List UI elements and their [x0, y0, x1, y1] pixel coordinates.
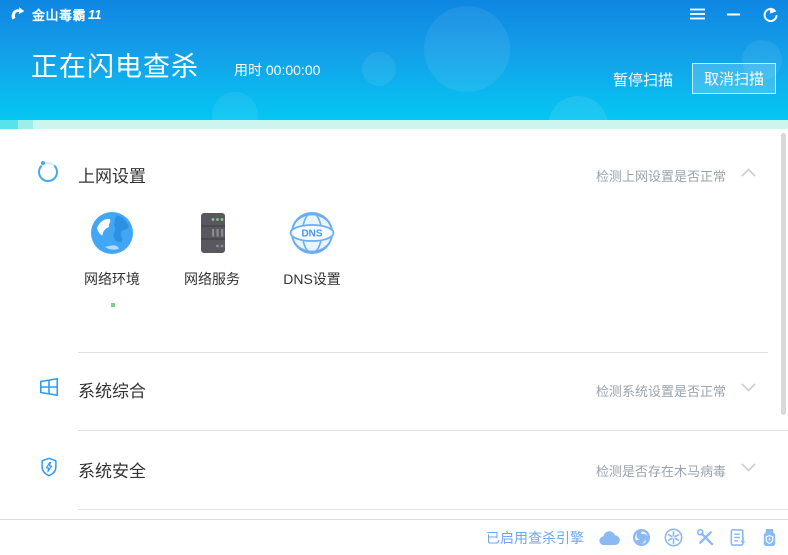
usb-shield-engine-icon[interactable] [759, 527, 780, 548]
windows-grid-icon [38, 376, 60, 398]
list-item: 网络环境 [62, 209, 162, 289]
dns-globe-icon: DNS [288, 209, 336, 257]
section-title: 系统安全 [78, 457, 146, 482]
divider [78, 430, 788, 431]
spinner-icon [38, 162, 58, 182]
tools-engine-icon[interactable] [695, 527, 716, 548]
minimize-icon[interactable] [722, 3, 744, 25]
app-logo-icon [9, 6, 26, 23]
server-icon [190, 209, 234, 257]
cloud-engine-icon[interactable] [599, 527, 620, 548]
chevron-down-icon[interactable] [741, 463, 756, 472]
scanning-dot [111, 303, 115, 307]
list-item: 网络服务 [162, 209, 262, 289]
item-label: DNS设置 [283, 269, 341, 289]
app-window: 金山毒霸 11 正在闪电查杀 用时 00:00:00 暂停扫描 取消扫描 [0, 0, 788, 555]
section-status: 检测上网设置是否正常 [596, 166, 726, 185]
log-bolt-engine-icon[interactable] [727, 527, 748, 548]
header-banner: 金山毒霸 11 正在闪电查杀 用时 00:00:00 暂停扫描 取消扫描 [0, 0, 788, 120]
scan-results-panel: 上网设置 检测上网设置是否正常 网络环境 [0, 129, 788, 520]
chevron-up-icon[interactable] [741, 168, 756, 177]
section-internet-settings[interactable]: 上网设置 检测上网设置是否正常 [0, 161, 788, 191]
item-label: 网络环境 [84, 269, 140, 289]
list-item: DNS DNS设置 [262, 209, 362, 289]
scan-progress-fill [0, 120, 33, 129]
scan-progress-bar [0, 120, 788, 129]
titlebar: 金山毒霸 11 [0, 0, 788, 28]
vortex-engine-icon[interactable] [631, 527, 652, 548]
section-system-general[interactable]: 系统综合 检测系统设置是否正常 [0, 376, 788, 406]
pause-scan-button[interactable]: 暂停扫描 [613, 69, 673, 90]
scrollbar-thumb[interactable] [781, 133, 786, 415]
footer-bar: 已启用查杀引擎 [0, 519, 788, 555]
app-title: 金山毒霸 [32, 5, 86, 24]
cancel-scan-button[interactable]: 取消扫描 [692, 63, 776, 94]
globe-icon [88, 209, 136, 257]
dns-icon-text: DNS [301, 229, 322, 240]
section-title: 系统综合 [78, 377, 146, 402]
shutter-engine-icon[interactable] [663, 527, 684, 548]
elapsed-value: 00:00:00 [266, 62, 321, 78]
section-status: 检测系统设置是否正常 [596, 381, 726, 400]
scan-status-title: 正在闪电查杀 [31, 45, 199, 84]
divider [78, 509, 788, 510]
item-label: 网络服务 [184, 269, 240, 289]
decor-bubble [362, 52, 396, 86]
section-status: 检测是否存在木马病毒 [596, 461, 726, 480]
shield-bolt-icon [38, 456, 60, 478]
chevron-down-icon[interactable] [741, 383, 756, 392]
back-icon[interactable] [758, 3, 780, 25]
decor-bubble [212, 92, 258, 120]
elapsed-time: 用时 00:00:00 [234, 60, 320, 80]
divider [78, 352, 768, 353]
internet-settings-items: 网络环境 网络服务 [62, 209, 362, 289]
decor-bubble [548, 96, 608, 120]
engines-enabled-label: 已启用查杀引擎 [486, 528, 584, 548]
section-system-security[interactable]: 系统安全 检测是否存在木马病毒 [0, 456, 788, 486]
elapsed-label: 用时 [234, 62, 262, 78]
menu-icon[interactable] [686, 3, 708, 25]
app-version: 11 [88, 7, 102, 22]
section-title: 上网设置 [78, 162, 146, 187]
